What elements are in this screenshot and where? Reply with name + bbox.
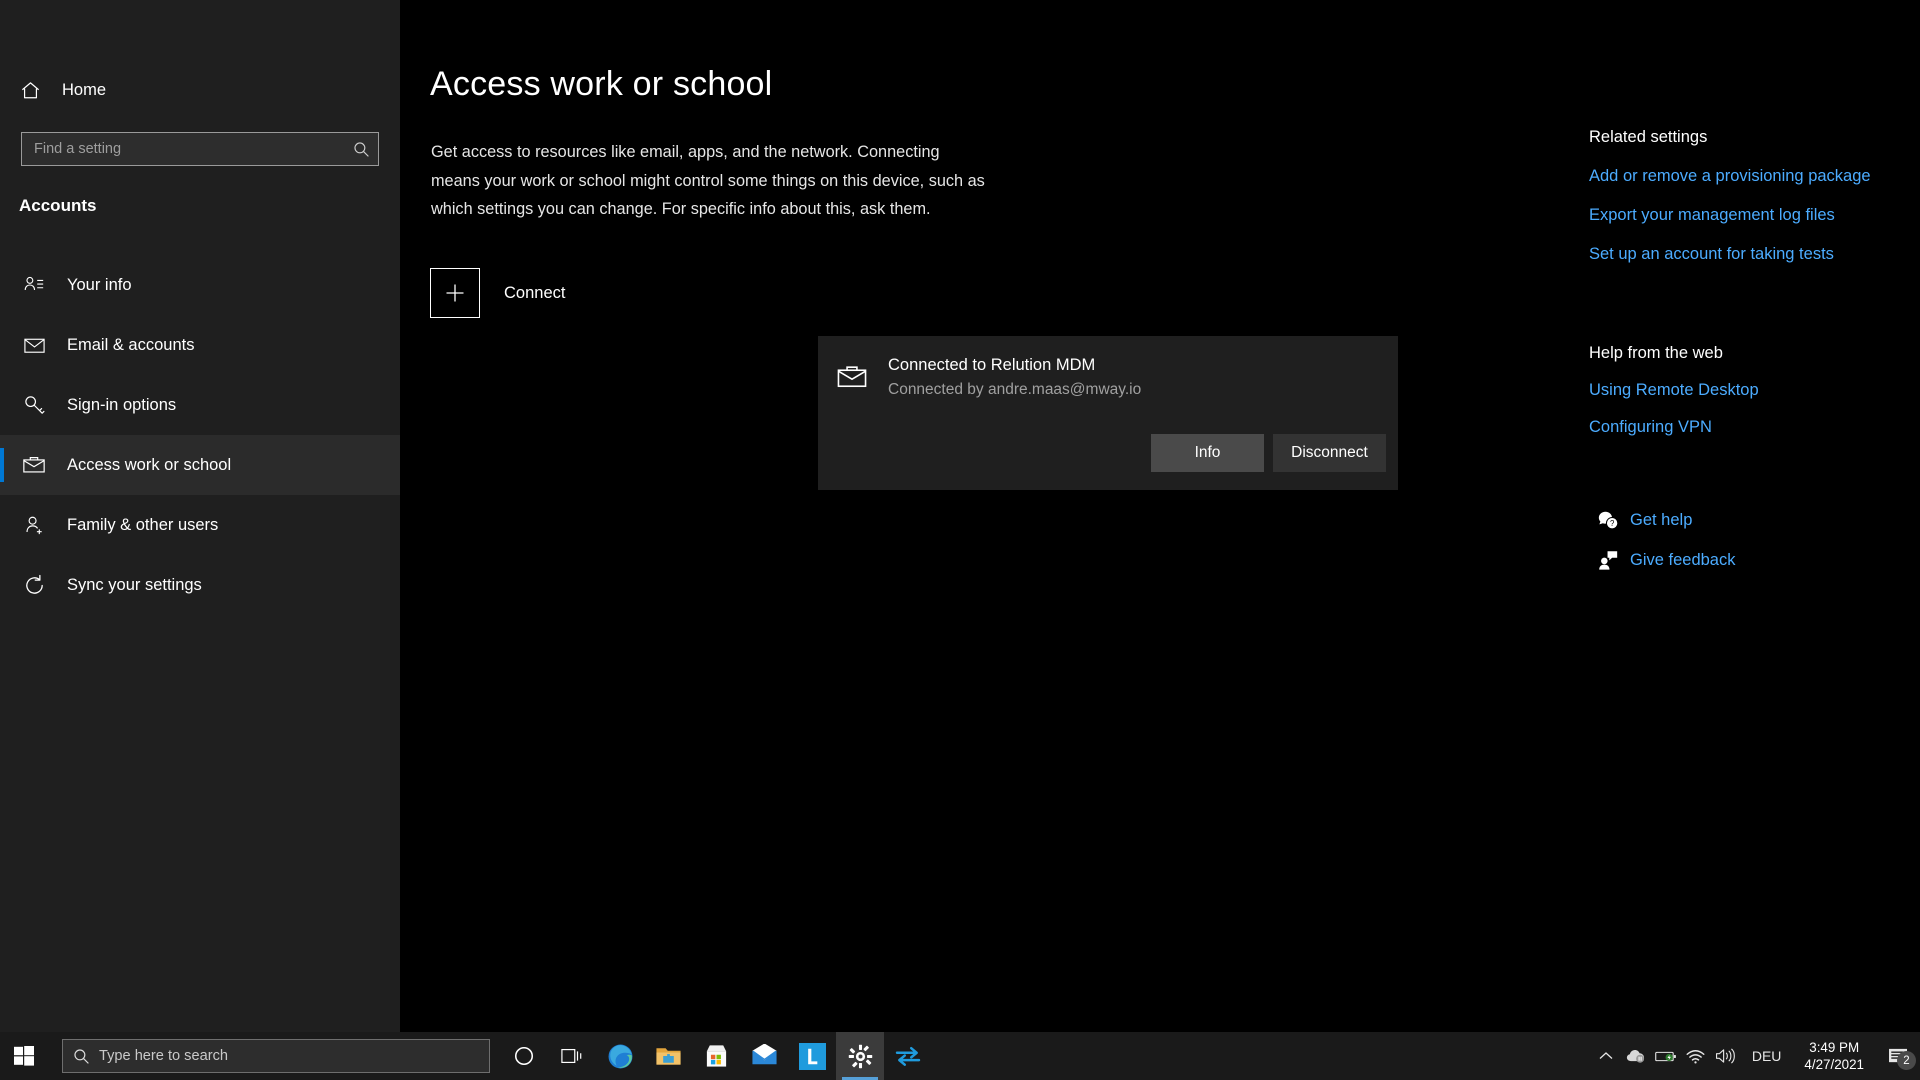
notification-center-button[interactable]: 2 [1876, 1032, 1920, 1080]
sidebar-item-your-info[interactable]: Your info [0, 255, 400, 315]
connection-card[interactable]: Connected to Relution MDM Connected by a… [818, 336, 1398, 490]
relution-app-icon[interactable] [788, 1032, 836, 1080]
give-feedback-row[interactable]: Give feedback [1589, 540, 1735, 580]
key-icon [12, 394, 56, 417]
sidebar-item-sync-your-settings[interactable]: Sync your settings [0, 555, 400, 615]
help-from-web-link[interactable]: Using Remote Desktop [1589, 381, 1759, 400]
sidebar-item-home-label: Home [62, 80, 107, 99]
mail-icon [12, 334, 56, 357]
transfer-arrows-icon[interactable] [884, 1032, 932, 1080]
windows-start-icon [14, 1046, 34, 1066]
onedrive-paused-icon[interactable] [1621, 1032, 1651, 1080]
get-help-label: Get help [1630, 510, 1693, 529]
chevron-up-icon[interactable] [1591, 1032, 1621, 1080]
cortana-icon[interactable] [500, 1032, 548, 1080]
sync-icon [12, 574, 56, 597]
sidebar-item-email-accounts[interactable]: Email & accounts [0, 315, 400, 375]
sidebar-item-label: Sync your settings [67, 575, 202, 594]
sidebar-item-label: Your info [67, 275, 132, 294]
sidebar-item-home[interactable]: Home [0, 70, 400, 110]
taskbar-icons [500, 1032, 932, 1080]
sidebar-item-label: Family & other users [67, 515, 219, 534]
sidebar-item-signin-options[interactable]: Sign-in options [0, 375, 400, 435]
your-info-icon [12, 274, 56, 296]
sidebar-item-label: Sign-in options [67, 395, 177, 414]
connection-subtitle: Connected by andre.maas@mway.io [888, 381, 1142, 398]
help-from-web-section: Help from the web Using Remote Desktop C… [1589, 344, 1759, 437]
svg-text:?: ? [1610, 519, 1615, 528]
help-from-web-heading: Help from the web [1589, 344, 1723, 362]
help-from-web-link[interactable]: Configuring VPN [1589, 418, 1759, 437]
related-settings-link[interactable]: Export your management log files [1589, 206, 1871, 225]
connect-button-label: Connect [504, 283, 566, 302]
start-button[interactable] [0, 1032, 48, 1080]
sidebar-item-family-other-users[interactable]: Family & other users [0, 495, 400, 555]
connect-button[interactable]: Connect [430, 268, 565, 318]
sidebar-item-label: Email & accounts [67, 335, 195, 354]
sidebar-item-label: Access work or school [67, 455, 232, 474]
sidebar-nav: Your info Email & accounts Sign-in optio… [0, 255, 400, 615]
briefcase-icon [12, 453, 56, 477]
right-rail: Related settings Add or remove a provisi… [1580, 0, 1920, 1032]
system-tray: DEU 3:49 PM 4/27/2021 2 [1591, 1032, 1920, 1080]
mail-app-icon[interactable] [740, 1032, 788, 1080]
sidebar-section-title: Accounts [19, 196, 97, 215]
battery-icon[interactable] [1651, 1032, 1681, 1080]
clock-time: 3:49 PM [1809, 1040, 1860, 1055]
related-settings-link[interactable]: Set up an account for taking tests [1589, 245, 1871, 264]
person-add-icon [12, 514, 56, 537]
connection-title: Connected to Relution MDM [888, 356, 1096, 374]
settings-gear-icon[interactable] [836, 1032, 884, 1080]
get-help-row[interactable]: ? Get help [1589, 500, 1735, 540]
wifi-icon[interactable] [1681, 1032, 1711, 1080]
taskbar-search-placeholder: Type here to search [99, 1048, 228, 1064]
settings-window: Settings [0, 0, 1920, 1080]
search-icon [63, 1048, 99, 1065]
question-bubble-icon: ? [1589, 509, 1627, 531]
plus-icon [430, 268, 480, 318]
related-settings-heading: Related settings [1589, 128, 1708, 146]
give-feedback-label: Give feedback [1630, 550, 1736, 569]
related-settings-section: Related settings Add or remove a provisi… [1589, 128, 1871, 264]
microsoft-edge-icon[interactable] [596, 1032, 644, 1080]
volume-icon[interactable] [1711, 1032, 1741, 1080]
taskbar-search[interactable]: Type here to search [62, 1039, 490, 1073]
clock-date: 4/27/2021 [1804, 1057, 1864, 1072]
sidebar: Home Accounts You [0, 0, 400, 1032]
feedback-person-icon [1589, 549, 1627, 571]
taskbar: Type here to search DEU 3:49 PM 4/27/202… [0, 1032, 1920, 1080]
page-description: Get access to resources like email, apps… [431, 143, 985, 218]
search-icon [344, 141, 378, 158]
file-explorer-icon[interactable] [644, 1032, 692, 1080]
connection-actions: Info Disconnect [1151, 434, 1386, 472]
microsoft-store-icon[interactable] [692, 1032, 740, 1080]
briefcase-icon [836, 361, 868, 398]
sidebar-search[interactable] [21, 132, 379, 166]
main-content: Access work or school Get access to reso… [400, 0, 1580, 1032]
support-section: ? Get help Give feedback [1589, 500, 1735, 580]
clock[interactable]: 3:49 PM 4/27/2021 [1792, 1032, 1876, 1080]
home-icon [6, 80, 54, 101]
sidebar-item-access-work-or-school[interactable]: Access work or school [0, 435, 400, 495]
related-settings-link[interactable]: Add or remove a provisioning package [1589, 167, 1871, 186]
task-view-icon[interactable] [548, 1032, 596, 1080]
language-indicator[interactable]: DEU [1741, 1032, 1793, 1080]
info-button[interactable]: Info [1151, 434, 1264, 472]
page-title: Access work or school [430, 65, 773, 103]
notification-badge: 2 [1897, 1051, 1916, 1070]
search-input[interactable] [22, 141, 344, 157]
disconnect-button[interactable]: Disconnect [1273, 434, 1386, 472]
